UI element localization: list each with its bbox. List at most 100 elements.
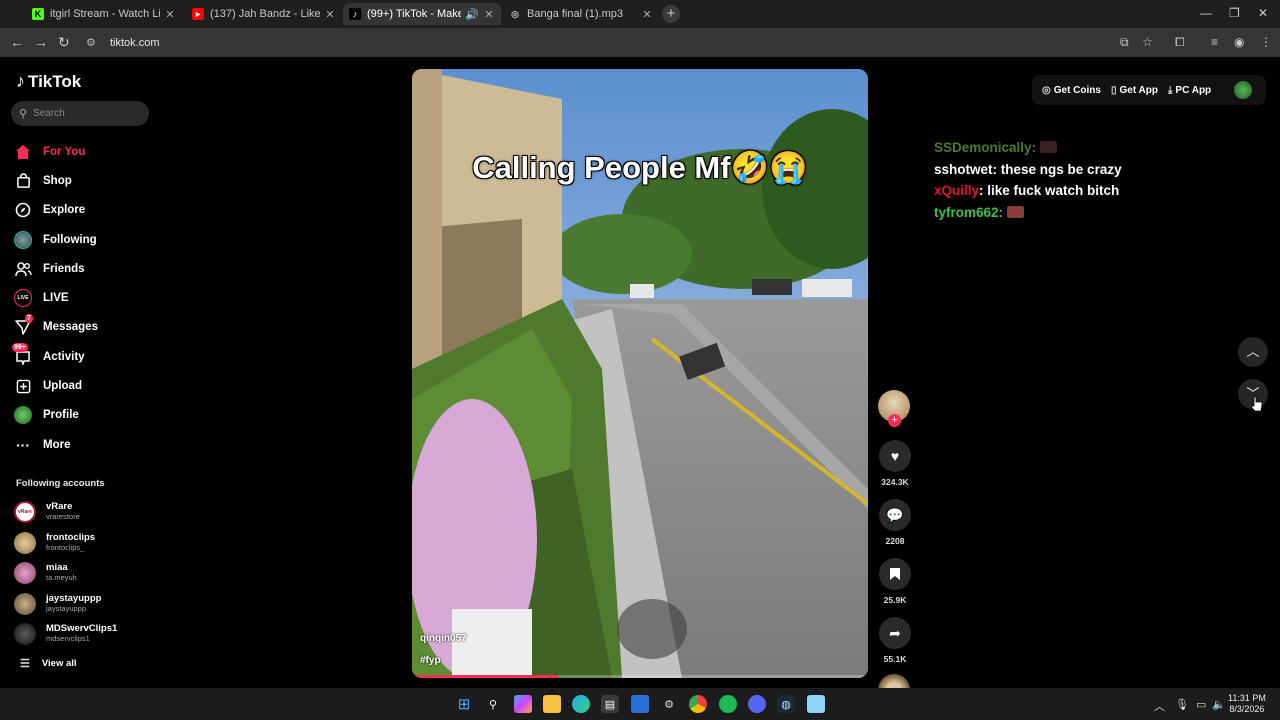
sidebar-item-messages[interactable]: 7 Messages [14,313,174,342]
app-icon[interactable]: ⚙ [660,695,678,713]
sidebar-nav: For You Shop Explore Following Friends L… [12,137,174,459]
extensions-icon[interactable]: ⧠ [1175,35,1185,50]
volume-icon[interactable]: 🔈 [1212,698,1226,711]
sidebar-item-profile[interactable]: Profile [14,401,174,430]
restore-icon[interactable]: ❐ [1229,6,1240,20]
account-handle: vrarestore [46,512,80,522]
steam-icon[interactable]: ◍ [777,695,795,713]
view-all-button[interactable]: ☰ View all [20,657,77,670]
account-name: MDSwervClips1 [46,623,118,635]
chat-username: SSDemonically: [934,140,1037,155]
store-icon[interactable]: ▤ [601,695,619,713]
copilot-icon[interactable] [514,695,532,713]
creator-avatar[interactable]: + [878,390,910,427]
comment-button[interactable]: 💬 2208 [878,499,912,546]
menu-icon[interactable]: ⋮ [1260,35,1272,49]
sidebar-item-live[interactable]: LIVE LIVE [14,283,174,312]
sidebar-item-more[interactable]: ··· More [14,430,174,459]
new-tab-button[interactable]: + [662,5,680,23]
avatar [14,623,36,646]
pc-app-button[interactable]: ⤓ PC App [1168,85,1211,96]
sidebar-item-upload[interactable]: Upload [14,371,174,400]
comment-count: 2208 [885,536,905,546]
following-accounts-header: Following accounts [16,478,105,489]
file-explorer-icon[interactable] [543,695,561,713]
account-item[interactable]: MDSwervClips1 mdservclips1 [14,619,174,650]
site-info-icon[interactable]: ⚙ [86,36,100,49]
minimize-icon[interactable]: — [1200,6,1212,20]
microphone-icon[interactable]: 🎙 [1175,698,1189,711]
sidebar-item-explore[interactable]: Explore [14,196,174,225]
sidebar-item-activity[interactable]: 99+ Activity [12,342,174,371]
sidebar-item-label: Explore [43,204,86,217]
forward-icon[interactable]: → [34,34,48,50]
sidebar-item-friends[interactable]: Friends [14,254,174,283]
close-icon[interactable]: ✕ [324,8,336,21]
search-box[interactable]: ⚲ [11,101,149,126]
avatar [14,531,36,554]
previous-video-button[interactable]: ︿ [1238,337,1268,367]
edge-icon[interactable] [572,695,590,713]
network-icon[interactable]: ▭ [1196,698,1206,711]
chat-username: sshotwet: [934,161,998,177]
video-player[interactable]: Calling People Mf🤣😭 qinqin057 #fyp [412,69,868,678]
share-button[interactable]: ➦ 55.1K [878,617,912,664]
chevron-up-icon[interactable]: ︿ [1154,698,1165,714]
save-button[interactable]: 25.9K [878,558,912,605]
globe-icon: ◎ [511,8,519,19]
video-hashtag[interactable]: #fyp [420,655,441,666]
user-avatar[interactable] [1234,81,1252,99]
tab-tiktok[interactable]: ♪ (99+) TikTok - Make Your Da 🔊 ✕ [343,3,501,25]
close-window-icon[interactable]: ✕ [1258,6,1268,20]
sidebar-item-label: Following [43,233,97,246]
tiktok-note-icon: ♪ [16,71,25,91]
chrome-icon[interactable] [689,695,707,713]
video-progress-bar[interactable] [412,675,868,678]
tab-title: (99+) TikTok - Make Your Da [367,8,461,20]
sidebar-item-shop[interactable]: Shop [14,166,174,195]
address-bar[interactable]: ⚙ tiktok.com [80,32,1080,53]
avatar [14,562,36,585]
sidebar-item-for-you[interactable]: For You [14,137,174,166]
video-author[interactable]: qinqin057 [420,633,467,644]
discord-icon[interactable] [748,695,766,713]
outlook-icon[interactable] [631,695,649,713]
sidebar-item-label: Friends [43,262,85,275]
account-item[interactable]: miaa ta.meyuh [14,558,174,589]
account-item[interactable]: frontoclips frontoclips_ [14,528,174,559]
media-control-icon[interactable]: ≡ [1211,35,1218,49]
like-button[interactable]: ♥ 324.3K [878,440,912,487]
close-icon[interactable]: ✕ [641,8,653,21]
tab-youtube[interactable]: ▶ (137) Jah Bandz - Like Bow (Cre ✕ [186,3,342,25]
sidebar-item-label: Activity [43,350,85,363]
tab-kick[interactable]: K itgirl Stream - Watch Live on Ki ✕ [26,3,182,25]
search-input[interactable] [33,108,134,119]
tiktok-logo[interactable]: ♪ TikTok [16,71,81,92]
install-app-icon[interactable]: ⧉ [1120,35,1129,50]
windows-start-icon[interactable]: ⊞ [455,695,473,713]
get-coins-button[interactable]: ◎ Get Coins [1042,85,1101,96]
sidebar-item-following[interactable]: Following [14,225,174,254]
close-icon[interactable]: ✕ [164,8,176,21]
get-app-button[interactable]: ▯ Get App [1111,85,1158,96]
account-item[interactable]: vRare vRare vrarestore [14,497,174,528]
reload-icon[interactable]: ↻ [58,34,70,51]
bookmark-star-icon[interactable]: ☆ [1142,35,1153,49]
share-count: 55.1K [883,654,907,664]
follow-plus-icon[interactable]: + [888,414,901,427]
search-icon: ⚲ [19,108,28,120]
system-clock[interactable]: 11:31 PM 8/3/2026 [1228,693,1266,715]
sidebar-item-label: Messages [43,321,98,334]
tab-mp3[interactable]: ◎ Banga final (1).mp3 ✕ [503,3,659,25]
spotify-icon[interactable] [719,695,737,713]
speaker-icon[interactable]: 🔊 [465,8,479,21]
bookmark-icon [879,558,911,590]
search-icon[interactable]: ⚲ [484,695,502,713]
close-icon[interactable]: ✕ [483,8,495,21]
profile-icon[interactable]: ◉ [1234,35,1244,49]
account-item[interactable]: jaystayuppp jaystayuppp [14,589,174,620]
compass-icon [14,201,32,219]
coin-icon: ◎ [1042,84,1051,96]
back-icon[interactable]: ← [10,34,24,50]
notepad-icon[interactable] [807,695,825,713]
